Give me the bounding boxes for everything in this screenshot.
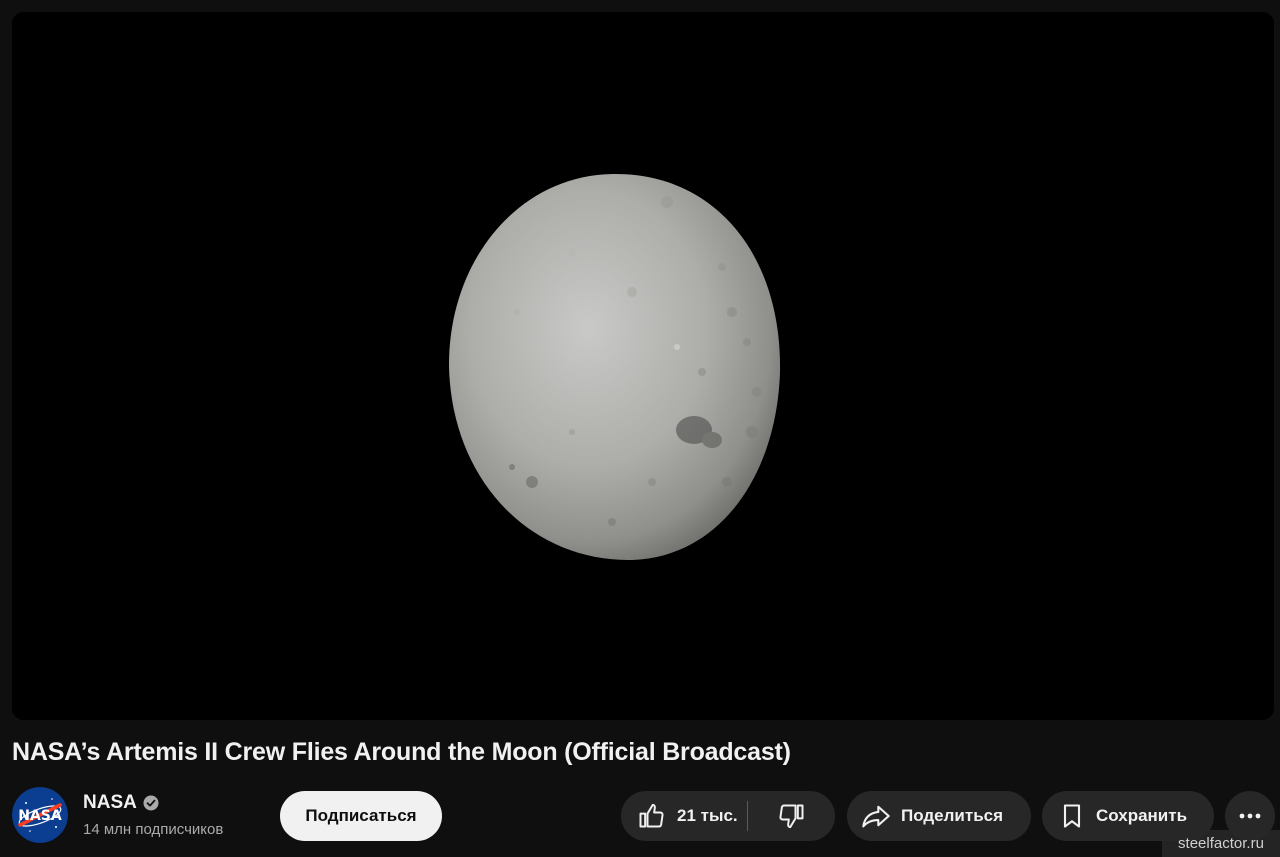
- dislike-button[interactable]: [748, 791, 835, 841]
- channel-avatar[interactable]: NASA: [12, 787, 68, 843]
- save-label: Сохранить: [1096, 806, 1188, 825]
- moon-video-frame: [12, 12, 1274, 720]
- channel-name-text: NASA: [83, 792, 137, 813]
- like-dislike-group: 21 тыс.: [621, 791, 835, 841]
- subscriber-count: 14 млн подписчиков: [83, 821, 224, 838]
- more-horizontal-icon: [1238, 812, 1262, 820]
- share-button[interactable]: Поделиться: [847, 791, 1031, 841]
- channel-name[interactable]: NASA: [83, 792, 159, 814]
- subscribe-button[interactable]: Подписаться: [280, 791, 442, 841]
- svg-text:NASA: NASA: [18, 808, 62, 824]
- video-title: NASA’s Artemis II Crew Flies Around the …: [12, 738, 791, 766]
- thumbs-up-icon: [637, 802, 665, 830]
- share-label: Поделиться: [901, 806, 1004, 825]
- verified-badge-icon: [143, 795, 159, 811]
- share-arrow-icon: [861, 802, 891, 830]
- bookmark-icon: [1058, 802, 1086, 830]
- like-button[interactable]: 21 тыс.: [621, 791, 747, 841]
- like-count: 21 тыс.: [677, 806, 738, 825]
- thumbs-down-icon: [778, 802, 806, 830]
- nasa-logo-icon: NASA: [12, 787, 68, 843]
- video-player[interactable]: [12, 12, 1274, 720]
- watermark: steelfactor.ru: [1162, 830, 1280, 857]
